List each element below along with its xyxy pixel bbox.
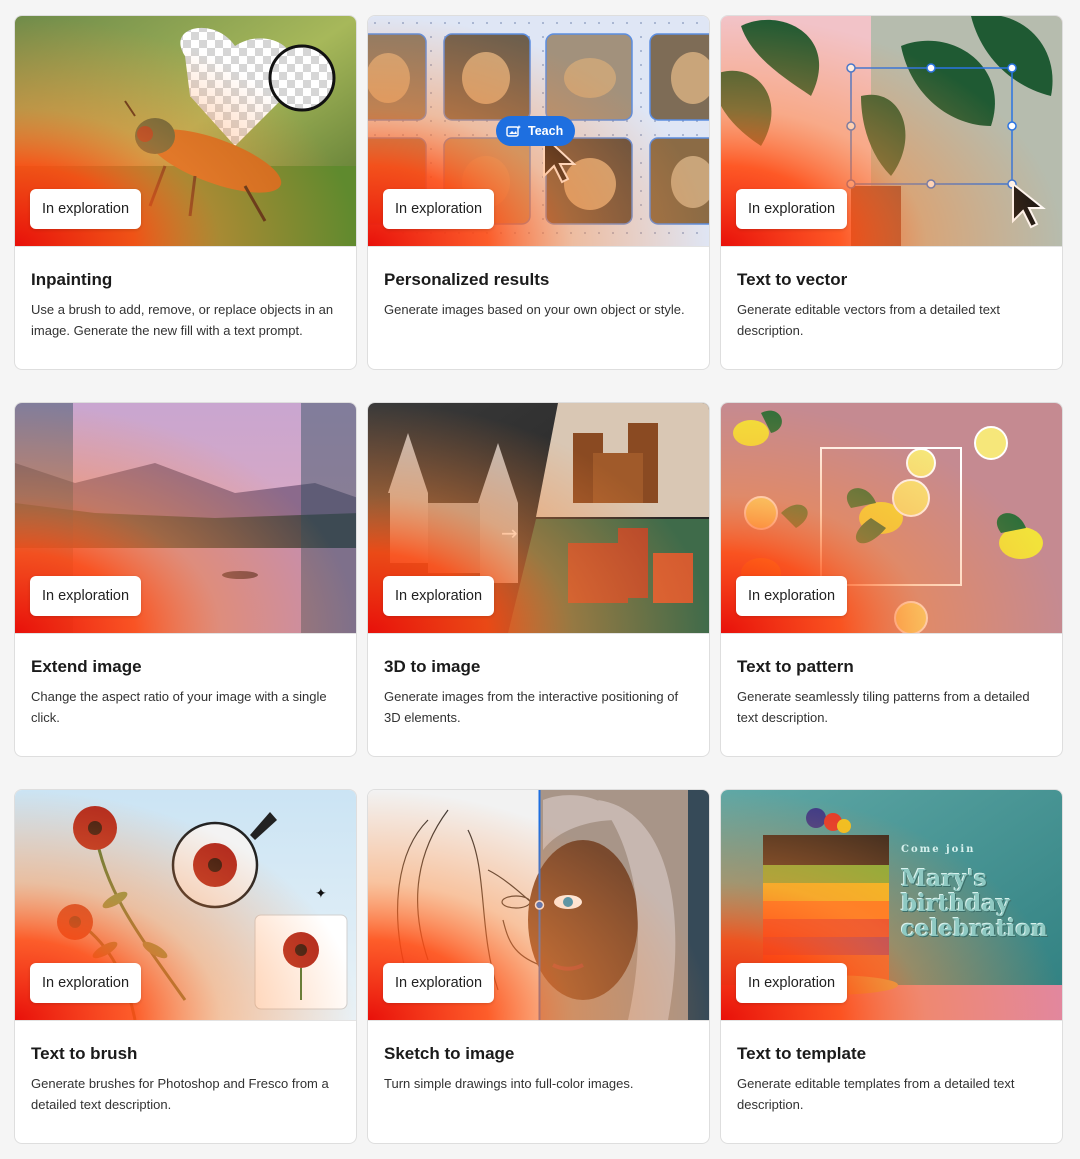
card-thumbnail: In exploration bbox=[721, 16, 1062, 247]
card-sketch-to-image[interactable]: In exploration Sketch to image Turn simp… bbox=[367, 789, 710, 1144]
exploration-badge: In exploration bbox=[736, 189, 848, 229]
exploration-badge: In exploration bbox=[383, 189, 495, 229]
card-personalized-results[interactable]: Teach In exploration Personalized result… bbox=[367, 15, 710, 370]
template-headline-3: celebration bbox=[901, 915, 1048, 942]
card-description: Generate seamlessly tiling patterns from… bbox=[737, 689, 1030, 725]
card-title: Text to template bbox=[737, 1044, 867, 1063]
exploration-badge: In exploration bbox=[30, 963, 142, 1003]
card-title: Text to vector bbox=[737, 270, 848, 289]
card-thumbnail: Come join Mary's birthday celebration In… bbox=[721, 790, 1062, 1021]
exploration-badge: In exploration bbox=[736, 963, 848, 1003]
card-title: Text to pattern bbox=[737, 657, 854, 676]
exploration-badge: In exploration bbox=[383, 963, 495, 1003]
card-text-to-brush[interactable]: ✦ In exploration Text to brush Generate … bbox=[14, 789, 357, 1144]
card-description: Generate images based on your own object… bbox=[384, 302, 685, 317]
card-description: Generate brushes for Photoshop and Fresc… bbox=[31, 1076, 329, 1112]
card-thumbnail: In exploration bbox=[15, 403, 356, 634]
card-description: Use a brush to add, remove, or replace o… bbox=[31, 302, 334, 338]
card-thumbnail: ✦ In exploration bbox=[15, 790, 356, 1021]
card-description: Generate editable vectors from a detaile… bbox=[737, 302, 1001, 338]
card-thumbnail: In exploration bbox=[368, 790, 709, 1021]
card-text-to-template[interactable]: Come join Mary's birthday celebration In… bbox=[720, 789, 1063, 1144]
teach-button[interactable]: Teach bbox=[496, 116, 576, 146]
card-title: Inpainting bbox=[31, 270, 113, 289]
card-description: Generate editable templates from a detai… bbox=[737, 1076, 1015, 1112]
card-title: Sketch to image bbox=[384, 1044, 515, 1063]
card-description: Generate images from the interactive pos… bbox=[384, 689, 679, 725]
card-title: Extend image bbox=[31, 657, 142, 676]
exploration-badge: In exploration bbox=[383, 576, 495, 616]
card-thumbnail: → In exploration bbox=[368, 403, 709, 634]
card-text-to-pattern[interactable]: In exploration Text to pattern Generate … bbox=[720, 402, 1063, 757]
teach-label: Teach bbox=[528, 124, 564, 138]
card-extend-image[interactable]: In exploration Extend image Change the a… bbox=[14, 402, 357, 757]
card-thumbnail: In exploration bbox=[721, 403, 1062, 634]
card-text-to-vector[interactable]: In exploration Text to vector Generate e… bbox=[720, 15, 1063, 370]
card-title: 3D to image bbox=[384, 657, 481, 676]
card-description: Turn simple drawings into full-color ima… bbox=[384, 1076, 634, 1091]
card-thumbnail: In exploration bbox=[15, 16, 356, 247]
card-description: Change the aspect ratio of your image wi… bbox=[31, 689, 327, 725]
card-title: Personalized results bbox=[384, 270, 550, 289]
template-headline-1: Mary's bbox=[901, 865, 987, 892]
card-inpainting[interactable]: In exploration Inpainting Use a brush to… bbox=[14, 15, 357, 370]
card-thumbnail: Teach In exploration bbox=[368, 16, 709, 247]
template-headline-2: birthday bbox=[901, 890, 1010, 917]
image-sparkle-icon bbox=[506, 125, 521, 137]
template-subtitle: Come join bbox=[901, 844, 976, 855]
exploration-badge: In exploration bbox=[30, 576, 142, 616]
feature-card-grid: In exploration Inpainting Use a brush to… bbox=[14, 15, 1064, 1144]
exploration-badge: In exploration bbox=[736, 576, 848, 616]
exploration-badge: In exploration bbox=[30, 189, 142, 229]
card-3d-to-image[interactable]: → In exploration 3D to image Generat bbox=[367, 402, 710, 757]
card-title: Text to brush bbox=[31, 1044, 138, 1063]
